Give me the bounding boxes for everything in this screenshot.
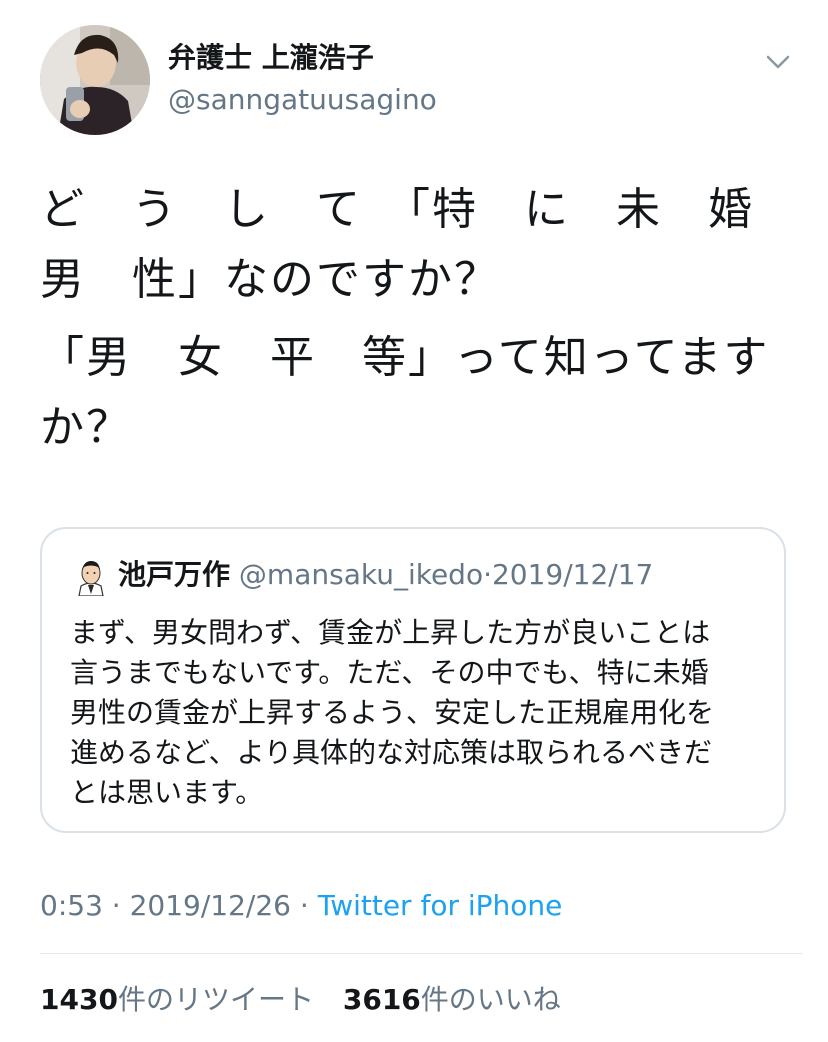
divider [40,953,802,954]
likes-label: 件のいいね [420,983,561,1016]
tweet-meta: 0:53 · 2019/12/26 · Twitter for iPhone [40,886,562,926]
quoted-date: 2019/12/17 [491,558,654,591]
tweet-stats: 1430件のリツイート 3616件のいいね [40,978,581,1022]
meta-separator: · [111,889,121,922]
tweet-paragraph-1: ど う し て 「特 に 未 婚 男 性」なのですか？ [40,184,754,305]
quoted-tweet-text: まず、男女問わず、賃金が上昇した方が良いことは 言うまでもないです。ただ、その中… [70,616,715,809]
chevron-down-icon[interactable] [762,50,794,74]
likes-stat[interactable]: 3616件のいいね [343,983,561,1016]
tweet-text: ど う し て 「特 に 未 婚 男 性」なのですか？ 「男 女 平 等」って知… [40,175,780,471]
meta-separator: · [299,889,309,922]
author-display-name[interactable]: 弁護士 上瀧浩子 [168,40,374,76]
retweets-label: 件のリツイート [117,983,314,1016]
quoted-user-handle: @mansaku_ikedo [238,558,484,591]
tweet-time: 0:53 [40,889,103,922]
tweet-source-link[interactable]: Twitter for iPhone [318,889,563,922]
retweets-stat[interactable]: 1430件のリツイート [40,983,314,1016]
likes-count: 3616 [342,983,421,1016]
tweet-date: 2019/12/26 [129,889,291,922]
quoted-tweet-header: 池戸万作 @mansaku_ikedo·2019/12/17 [118,555,653,595]
quoted-user-name: 池戸万作 [118,558,231,591]
quoted-tweet[interactable]: 池戸万作 @mansaku_ikedo·2019/12/17 まず、男女問わず、… [40,527,786,833]
author-avatar[interactable] [40,25,150,135]
tweet-paragraph-2: 「男 女 平 等」って知ってます か？ [40,332,770,453]
retweets-count: 1430 [40,983,118,1016]
quoted-user-avatar [75,558,107,597]
user-avatar-image [40,25,150,135]
author-handle[interactable]: @sanngatuusagino [168,82,437,118]
quoted-separator: · [483,558,492,591]
